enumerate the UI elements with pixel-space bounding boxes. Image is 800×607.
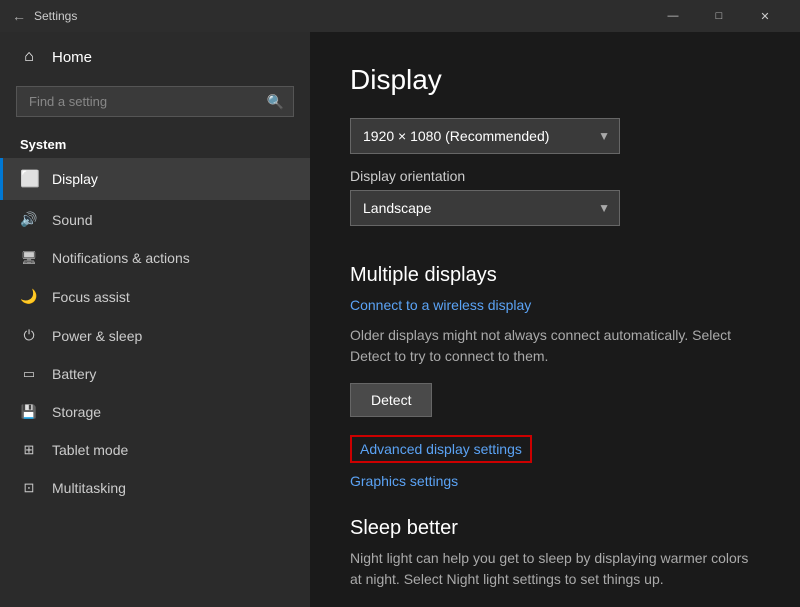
detect-button[interactable]: Detect <box>350 383 432 417</box>
graphics-settings-link[interactable]: Graphics settings <box>350 473 458 489</box>
sound-icon: 🔊 <box>20 211 38 228</box>
notifications-icon: 🖥 <box>20 250 38 266</box>
page-title: Display <box>350 64 760 96</box>
tablet-icon: ⊞ <box>20 442 38 458</box>
sidebar-item-storage[interactable]: 💾 Storage <box>0 393 310 431</box>
sidebar-item-display[interactable]: ⬜ Display <box>0 158 310 200</box>
sidebar-home-label: Home <box>52 49 92 66</box>
sidebar-item-tablet[interactable]: ⊞ Tablet mode <box>0 431 310 469</box>
sidebar-item-label: Power & sleep <box>52 328 142 344</box>
sleep-section-title: Sleep better <box>350 517 760 540</box>
sidebar-item-label: Display <box>52 171 98 187</box>
search-input[interactable] <box>16 86 294 117</box>
orientation-select[interactable]: LandscapePortraitLandscape (flipped)Port… <box>350 190 620 226</box>
content-area: Display 1920 × 1080 (Recommended)1680 × … <box>310 32 800 607</box>
search-icon: 🔍 <box>267 93 284 110</box>
titlebar-title: Settings <box>34 9 77 23</box>
sidebar-item-label: Storage <box>52 404 101 420</box>
sidebar-item-label: Focus assist <box>52 289 130 305</box>
sidebar-item-label: Notifications & actions <box>52 250 190 266</box>
resolution-dropdown-wrapper: 1920 × 1080 (Recommended)1680 × 10501440… <box>350 118 620 154</box>
sidebar-item-focus[interactable]: 🌙 Focus assist <box>0 277 310 316</box>
storage-icon: 💾 <box>20 404 38 420</box>
main-layout: ⌂ Home 🔍 System ⬜ Display 🔊 Sound 🖥 Noti… <box>0 32 800 607</box>
titlebar-controls: — □ ✕ <box>650 0 788 32</box>
back-icon[interactable]: ← <box>12 8 26 24</box>
sidebar-search-container: 🔍 <box>16 86 294 117</box>
minimize-button[interactable]: — <box>650 0 696 32</box>
sidebar: ⌂ Home 🔍 System ⬜ Display 🔊 Sound 🖥 Noti… <box>0 32 310 607</box>
sidebar-item-label: Tablet mode <box>52 442 128 458</box>
sidebar-item-label: Sound <box>52 212 92 228</box>
home-icon: ⌂ <box>20 48 38 66</box>
orientation-dropdown-wrapper: LandscapePortraitLandscape (flipped)Port… <box>350 190 620 226</box>
older-displays-info: Older displays might not always connect … <box>350 325 760 367</box>
multiple-displays-title: Multiple displays <box>350 264 760 287</box>
sidebar-item-home[interactable]: ⌂ Home <box>0 32 310 82</box>
sidebar-item-battery[interactable]: ▭ Battery <box>0 355 310 393</box>
sidebar-section-title: System <box>0 129 310 158</box>
orientation-label: Display orientation <box>350 168 760 184</box>
multitasking-icon: ⊡ <box>20 480 38 496</box>
sidebar-item-label: Battery <box>52 366 96 382</box>
resolution-select[interactable]: 1920 × 1080 (Recommended)1680 × 10501440… <box>350 118 620 154</box>
sidebar-item-sound[interactable]: 🔊 Sound <box>0 200 310 239</box>
titlebar-left: ← Settings <box>12 8 650 24</box>
titlebar: ← Settings — □ ✕ <box>0 0 800 32</box>
display-icon: ⬜ <box>20 169 38 189</box>
sidebar-item-notifications[interactable]: 🖥 Notifications & actions <box>0 239 310 277</box>
sleep-info-text: Night light can help you get to sleep by… <box>350 548 760 590</box>
close-button[interactable]: ✕ <box>742 0 788 32</box>
maximize-button[interactable]: □ <box>696 0 742 32</box>
sidebar-item-label: Multitasking <box>52 480 126 496</box>
focus-icon: 🌙 <box>20 288 38 305</box>
advanced-display-settings-link[interactable]: Advanced display settings <box>350 435 532 463</box>
power-icon: ⏻ <box>20 327 38 344</box>
sidebar-item-power[interactable]: ⏻ Power & sleep <box>0 316 310 355</box>
battery-icon: ▭ <box>20 366 38 382</box>
sidebar-item-multitasking[interactable]: ⊡ Multitasking <box>0 469 310 507</box>
wireless-display-link[interactable]: Connect to a wireless display <box>350 297 531 313</box>
